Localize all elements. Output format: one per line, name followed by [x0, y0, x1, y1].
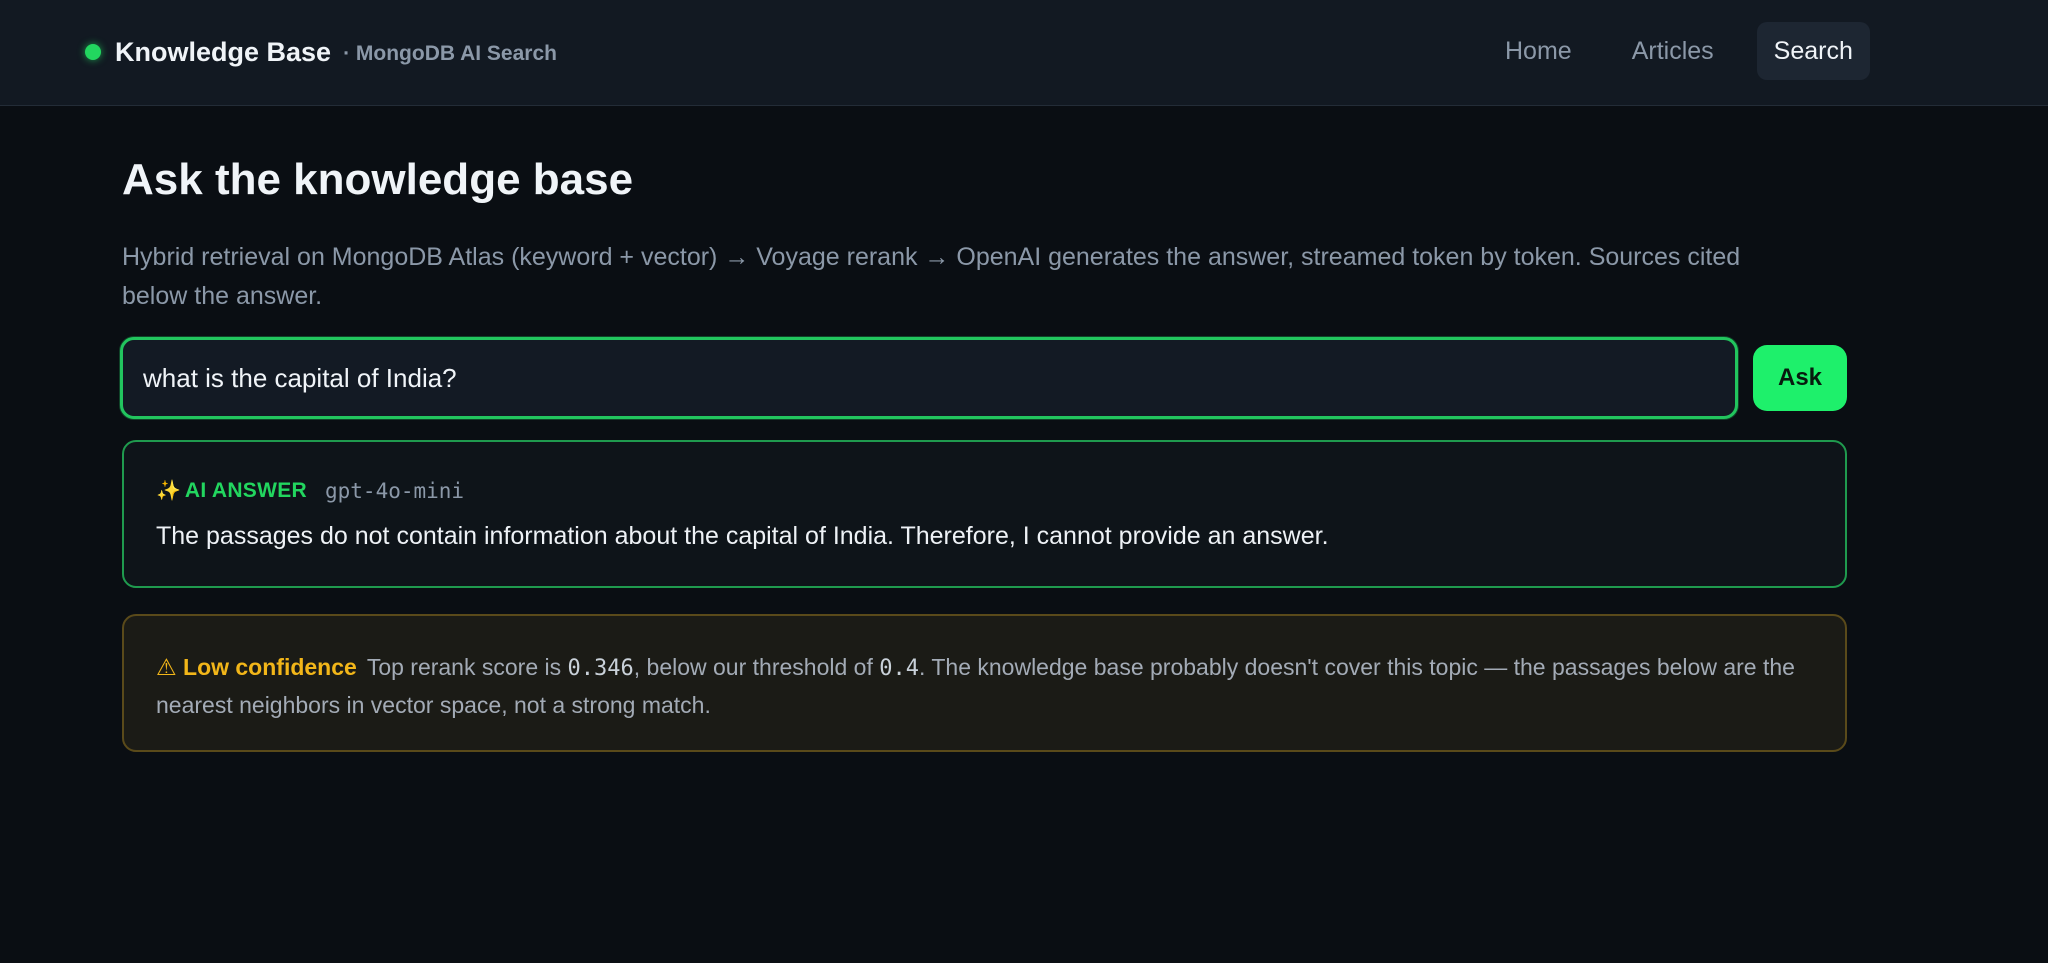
ask-button[interactable]: Ask [1753, 345, 1847, 411]
model-name: gpt-4o-mini [325, 478, 465, 503]
status-dot-icon [85, 44, 101, 60]
warning-icon: ⚠ [156, 654, 177, 680]
brand-title: Knowledge Base [115, 36, 332, 67]
top-navbar: Knowledge Base · MongoDB AI Search Home … [0, 0, 2048, 106]
page-description: Hybrid retrieval on MongoDB Atlas (keywo… [122, 243, 1741, 310]
brand[interactable]: Knowledge Base · MongoDB AI Search [85, 0, 557, 104]
warning-text-before: Top rerank score is [366, 654, 568, 680]
answer-header: ✨ AI ANSWER gpt-4o-mini [156, 478, 464, 503]
low-confidence-warning: ⚠ Low confidence Top rerank score is 0.34… [122, 614, 1847, 752]
ai-answer-card: ✨ AI ANSWER gpt-4o-mini The passages do … [122, 440, 1847, 588]
sparkle-icon: ✨ [156, 480, 181, 502]
answer-label: AI ANSWER [184, 478, 307, 502]
nav-articles-link[interactable]: Articles [1615, 22, 1731, 80]
main-nav: Home Articles Search [1488, 22, 1870, 80]
warning-message: ⚠ Low confidence Top rerank score is 0.34… [156, 649, 1826, 724]
nav-home-link[interactable]: Home [1488, 22, 1589, 80]
nav-search-link[interactable]: Search [1756, 22, 1870, 80]
brand-subtitle: · MongoDB AI Search [343, 41, 557, 65]
page-title: Ask the knowledge base [122, 155, 634, 204]
threshold-value: 0.4 [879, 656, 919, 681]
rerank-score: 0.346 [567, 656, 634, 681]
search-input[interactable] [120, 337, 1738, 419]
answer-text: The passages do not contain information … [156, 522, 1329, 550]
warning-text-middle: , below our threshold of [633, 654, 880, 680]
warning-label: Low confidence [183, 654, 357, 680]
